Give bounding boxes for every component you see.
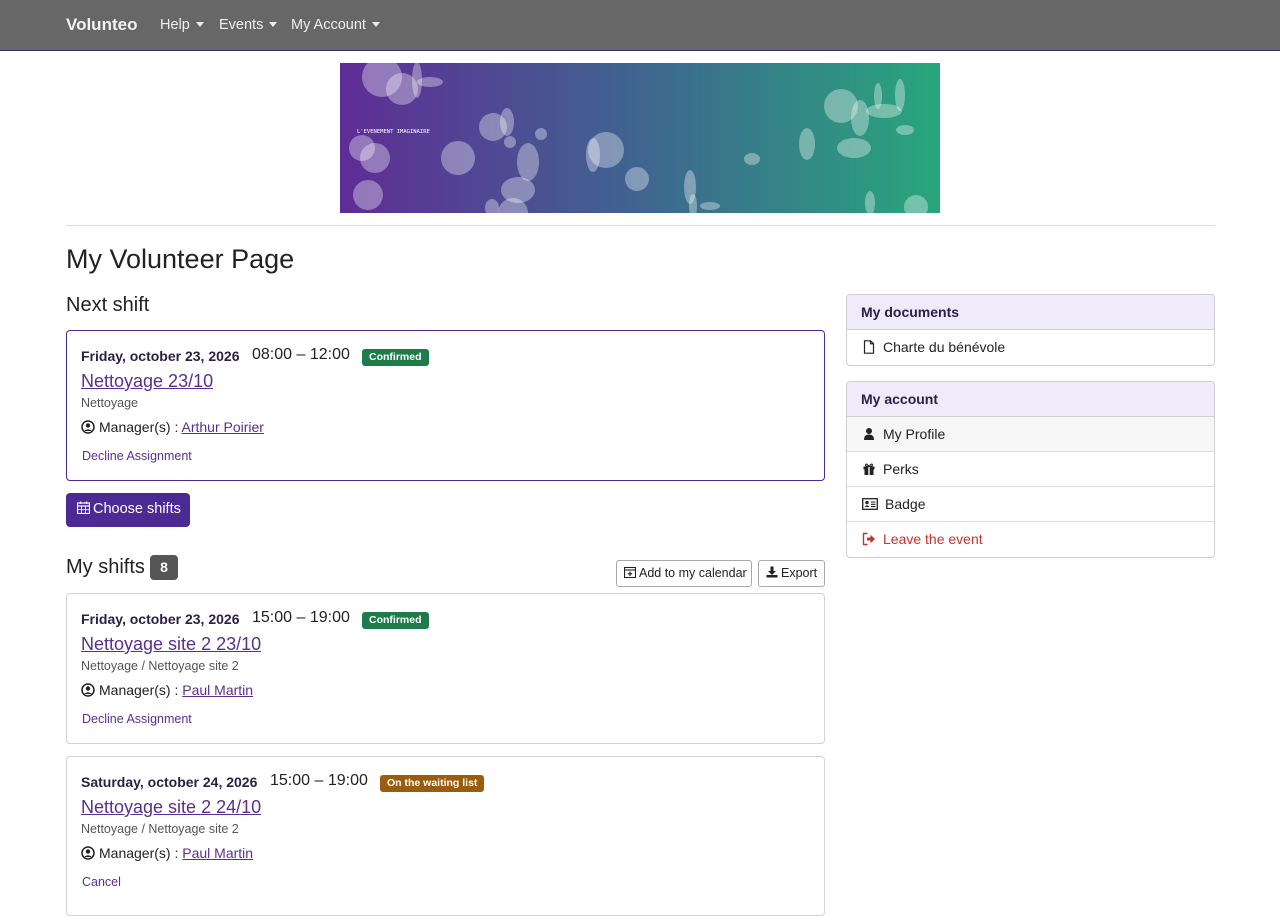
shift-managers: Manager(s) : Arthur Poirier (81, 419, 264, 435)
nav-events-label: Events (219, 17, 264, 33)
account-panel-title: My account (847, 382, 1214, 417)
manager-label: Manager(s) : (99, 419, 179, 435)
shifts-count-badge: 8 (150, 555, 178, 580)
status-badge: On the waiting list (380, 775, 485, 792)
sign-out-icon (862, 532, 875, 546)
chevron-down-icon (269, 22, 278, 27)
banner-graphic: L'EVENEMENT IMAGINAIRE (340, 63, 940, 213)
account-item-label: Perks (883, 461, 919, 477)
documents-panel: My documents Charte du bénévole (846, 294, 1215, 366)
shift-managers: Manager(s) : Paul Martin (81, 682, 253, 698)
account-item-label: Leave the event (883, 531, 983, 547)
calendar-plus-icon (623, 566, 637, 579)
brand-logo[interactable]: Volunteo (66, 15, 137, 35)
export-button[interactable]: Export (758, 560, 825, 587)
add-to-calendar-button[interactable]: Add to my calendar (616, 560, 752, 587)
user-circle-icon (81, 846, 95, 860)
documents-panel-title: My documents (847, 295, 1214, 330)
account-item-my-profile[interactable]: My Profile (847, 417, 1214, 452)
id-card-icon (862, 498, 878, 510)
nav-help[interactable]: Help (160, 17, 204, 33)
banner-title: L'EVENEMENT IMAGINAIRE (357, 129, 430, 135)
choose-shifts-button[interactable]: Choose shifts (66, 493, 190, 527)
nav-events[interactable]: Events (219, 17, 278, 33)
file-icon (863, 340, 875, 354)
export-label: Export (781, 566, 818, 580)
shift-title-link[interactable]: Nettoyage 23/10 (81, 371, 213, 392)
nav-my-account[interactable]: My Account (291, 17, 380, 33)
shift-time: 08:00 – 12:00 (252, 346, 350, 363)
document-item-label: Charte du bénévole (883, 339, 1006, 355)
calendar-icon (76, 501, 91, 515)
account-item-label: Badge (885, 496, 926, 512)
shift-subtitle: Nettoyage / Nettoyage site 2 (81, 822, 239, 836)
add-to-calendar-label: Add to my calendar (639, 566, 747, 580)
status-badge: Confirmed (362, 349, 429, 366)
chevron-down-icon (195, 22, 204, 27)
shift-managers: Manager(s) : Paul Martin (81, 845, 253, 861)
shift-subtitle: Nettoyage / Nettoyage site 2 (81, 659, 239, 673)
download-icon (766, 566, 778, 578)
shift-date: Saturday, october 24, 2026 (81, 774, 258, 790)
decline-assignment-link[interactable]: Decline Assignment (82, 712, 192, 726)
document-item-charte[interactable]: Charte du bénévole (847, 330, 1214, 365)
shift-time: 15:00 – 19:00 (252, 609, 350, 626)
shift-card: Friday, october 23, 2026 15:00 – 19:00 C… (66, 593, 825, 744)
user-icon (864, 428, 874, 440)
shift-card: Saturday, october 24, 2026 15:00 – 19:00… (66, 756, 825, 916)
cancel-link[interactable]: Cancel (82, 875, 121, 889)
shift-date: Friday, october 23, 2026 (81, 611, 240, 627)
gift-icon (863, 463, 875, 475)
shift-title-link[interactable]: Nettoyage site 2 24/10 (81, 797, 261, 818)
decline-assignment-link[interactable]: Decline Assignment (82, 449, 192, 463)
top-navbar: Volunteo Help Events My Account (0, 0, 1280, 51)
account-item-label: My Profile (883, 426, 946, 442)
account-item-perks[interactable]: Perks (847, 452, 1214, 487)
manager-link[interactable]: Arthur Poirier (181, 419, 263, 435)
next-shift-heading: Next shift (66, 294, 150, 316)
nav-my-account-label: My Account (291, 17, 366, 33)
chevron-down-icon (371, 22, 380, 27)
shift-time: 15:00 – 19:00 (270, 772, 368, 789)
choose-shifts-label: Choose shifts (93, 501, 181, 517)
page-title: My Volunteer Page (66, 244, 295, 274)
manager-link[interactable]: Paul Martin (182, 845, 253, 861)
account-item-badge[interactable]: Badge (847, 487, 1214, 522)
manager-label: Manager(s) : (99, 682, 179, 698)
event-banner: L'EVENEMENT IMAGINAIRE (340, 63, 940, 213)
nav-help-label: Help (160, 17, 190, 33)
shift-title-link[interactable]: Nettoyage site 2 23/10 (81, 634, 261, 655)
user-circle-icon (81, 420, 95, 434)
account-item-leave-event[interactable]: Leave the event (847, 522, 1214, 557)
header-divider (66, 225, 1215, 226)
next-shift-card: Friday, october 23, 2026 08:00 – 12:00 C… (66, 330, 825, 481)
user-circle-icon (81, 683, 95, 697)
account-panel: My account My Profile Perks Badge Leave … (846, 381, 1215, 558)
manager-link[interactable]: Paul Martin (182, 682, 253, 698)
my-shifts-heading: My shifts (66, 556, 145, 578)
manager-label: Manager(s) : (99, 845, 179, 861)
shift-date: Friday, october 23, 2026 (81, 348, 240, 364)
shift-subtitle: Nettoyage (81, 396, 138, 410)
status-badge: Confirmed (362, 612, 429, 629)
